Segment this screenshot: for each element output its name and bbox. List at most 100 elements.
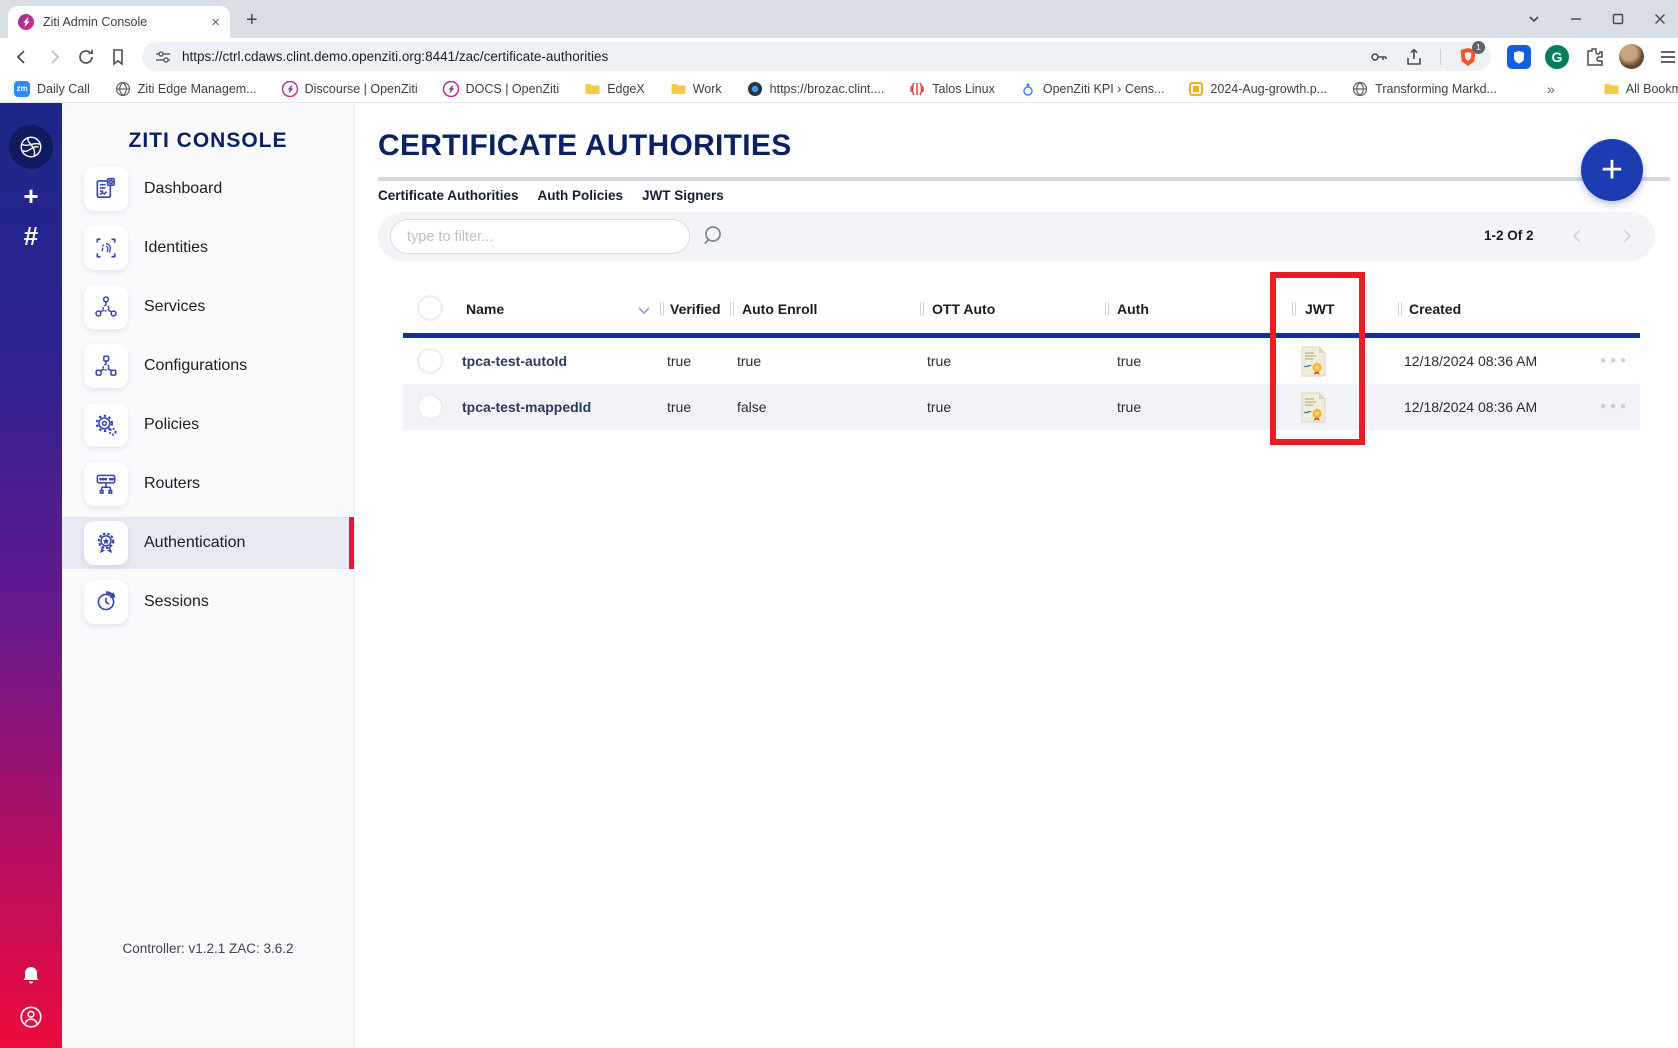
sidebar-item-authentication[interactable]: Authentication	[62, 517, 354, 569]
sidebar-item-configurations[interactable]: Configurations	[62, 340, 354, 392]
services-network-icon	[84, 285, 128, 329]
tab-close-icon[interactable]: ×	[211, 14, 220, 31]
pagination-next-icon[interactable]	[1618, 227, 1636, 245]
bookmark-ziti-edge[interactable]: Ziti Edge Managem...	[115, 81, 257, 97]
bookmark-talos[interactable]: Talos Linux	[909, 81, 995, 97]
bookmark-folder-edgex[interactable]: EdgeX	[584, 81, 645, 97]
ca-verified: true	[667, 384, 691, 430]
globe-icon	[1352, 81, 1368, 97]
ziti-favicon-icon	[18, 14, 34, 30]
ca-ott-auto: true	[927, 338, 951, 384]
table-row[interactable]: tpca-test-mappedId true false true true …	[403, 384, 1640, 430]
folder-icon	[1603, 81, 1619, 97]
url-text[interactable]: https://ctrl.cdaws.clint.demo.openziti.o…	[182, 49, 1358, 64]
column-verified[interactable]: Verified	[670, 301, 721, 317]
app-rail: + #	[0, 103, 62, 1048]
sidebar-item-sessions[interactable]: Sessions	[62, 576, 354, 628]
bookmark-openziti-kpi[interactable]: OpenZiti KPI › Cens...	[1020, 81, 1165, 97]
bookmark-discourse-openziti[interactable]: Discourse | OpenZiti	[282, 81, 418, 97]
bookmark-daily-call[interactable]: zmDaily Call	[14, 81, 90, 97]
configurations-icon	[84, 344, 128, 388]
add-certificate-authority-button[interactable]: +	[1581, 139, 1643, 201]
profile-person-icon[interactable]	[18, 1004, 44, 1030]
bitwarden-extension-icon[interactable]	[1507, 45, 1531, 69]
column-auto-enroll[interactable]: Auto Enroll	[742, 301, 817, 317]
bookmarks-overflow-icon[interactable]: »	[1547, 81, 1553, 97]
ca-auth: true	[1117, 384, 1141, 430]
rail-hash-icon[interactable]: #	[24, 223, 38, 249]
back-icon[interactable]	[12, 47, 32, 67]
bookmark-docs-openziti[interactable]: DOCS | OpenZiti	[443, 81, 560, 97]
column-ott-auto[interactable]: OTT Auto	[932, 301, 995, 317]
column-separator	[1398, 302, 1402, 316]
browser-tab[interactable]: Ziti Admin Console ×	[8, 6, 230, 38]
tab-jwt-signers[interactable]: JWT Signers	[642, 188, 724, 203]
select-all-checkbox[interactable]	[417, 295, 443, 321]
new-tab-button[interactable]: +	[246, 10, 258, 30]
bookmark-ribbon-icon[interactable]	[108, 47, 128, 67]
bookmark-folder-work[interactable]: Work	[670, 81, 722, 97]
certificate-icon[interactable]	[1300, 346, 1327, 377]
bookmark-transforming[interactable]: Transforming Markd...	[1352, 81, 1497, 97]
notifications-bell-icon[interactable]	[19, 964, 43, 988]
sidebar-item-dashboard[interactable]: Dashboard	[62, 163, 354, 215]
row-menu-icon[interactable]: ●●●	[1600, 384, 1630, 430]
main-content: CERTIFICATE AUTHORITIES + Certificate Au…	[355, 103, 1678, 1048]
tab-search-icon[interactable]	[1526, 11, 1542, 27]
window-minimize-button[interactable]	[1568, 11, 1584, 27]
dashboard-icon	[84, 167, 128, 211]
row-checkbox[interactable]	[417, 394, 443, 420]
ziti-logo-icon[interactable]	[9, 125, 53, 169]
forward-icon[interactable]	[44, 47, 64, 67]
column-created[interactable]: Created	[1409, 301, 1461, 317]
sidebar-item-policies[interactable]: Policies	[62, 399, 354, 451]
rail-add-icon[interactable]: +	[23, 183, 38, 209]
row-checkbox[interactable]	[417, 348, 443, 374]
certificate-icon[interactable]	[1300, 392, 1327, 423]
identities-fingerprint-icon	[84, 226, 128, 270]
table-header: Name Verified Auto Enroll OTT Auto Auth …	[403, 285, 1640, 333]
all-bookmarks-button[interactable]: All Bookmarks	[1603, 81, 1678, 97]
authentication-badge-icon	[84, 521, 128, 565]
shield-badge: 1	[1472, 41, 1485, 54]
window-close-button[interactable]	[1652, 11, 1668, 27]
openziti-icon	[443, 81, 459, 97]
filter-input[interactable]	[390, 219, 690, 254]
share-icon[interactable]	[1404, 47, 1424, 67]
brave-shield-icon[interactable]: 1	[1457, 46, 1479, 68]
pagination-label: 1-2 Of 2	[1484, 228, 1534, 243]
certificate-authorities-table: Name Verified Auto Enroll OTT Auto Auth …	[403, 285, 1640, 430]
browser-menu-icon[interactable]	[1658, 47, 1678, 67]
row-menu-icon[interactable]: ●●●	[1600, 338, 1630, 384]
column-auth[interactable]: Auth	[1117, 301, 1149, 317]
window-maximize-button[interactable]	[1610, 11, 1626, 27]
sidebar-item-routers[interactable]: Routers	[62, 458, 354, 510]
search-icon[interactable]	[700, 222, 728, 250]
document-icon	[1189, 82, 1203, 96]
profile-avatar[interactable]	[1619, 44, 1644, 69]
site-icon	[747, 81, 763, 97]
grammarly-extension-icon[interactable]: G	[1545, 45, 1569, 69]
sidebar-item-services[interactable]: Services	[62, 281, 354, 333]
tab-auth-policies[interactable]: Auth Policies	[538, 188, 624, 203]
bookmark-brozac[interactable]: https://brozac.clint....	[747, 81, 885, 97]
talos-icon	[909, 81, 925, 97]
tab-certificate-authorities[interactable]: Certificate Authorities	[378, 188, 519, 203]
site-settings-icon[interactable]	[154, 48, 172, 66]
folder-icon	[584, 81, 600, 97]
pagination-prev-icon[interactable]	[1568, 227, 1586, 245]
pill-separator	[1440, 49, 1441, 65]
reload-icon[interactable]	[76, 47, 96, 67]
column-name[interactable]: Name	[466, 301, 504, 317]
password-key-icon[interactable]	[1368, 47, 1388, 67]
extensions-puzzle-icon[interactable]	[1583, 46, 1605, 68]
sidebar-item-identities[interactable]: Identities	[62, 222, 354, 274]
table-row[interactable]: tpca-test-autoId true true true true 12/…	[403, 338, 1640, 384]
bookmark-growth-doc[interactable]: 2024-Aug-growth.p...	[1189, 82, 1327, 96]
browser-tab-strip: Ziti Admin Console × +	[0, 0, 1678, 38]
page-title: CERTIFICATE AUTHORITIES	[378, 129, 792, 163]
sort-chevron-icon[interactable]	[637, 306, 651, 315]
ca-auto-enroll: true	[737, 338, 761, 384]
omnibox[interactable]: https://ctrl.cdaws.clint.demo.openziti.o…	[142, 42, 1491, 71]
column-jwt[interactable]: JWT	[1305, 301, 1335, 317]
